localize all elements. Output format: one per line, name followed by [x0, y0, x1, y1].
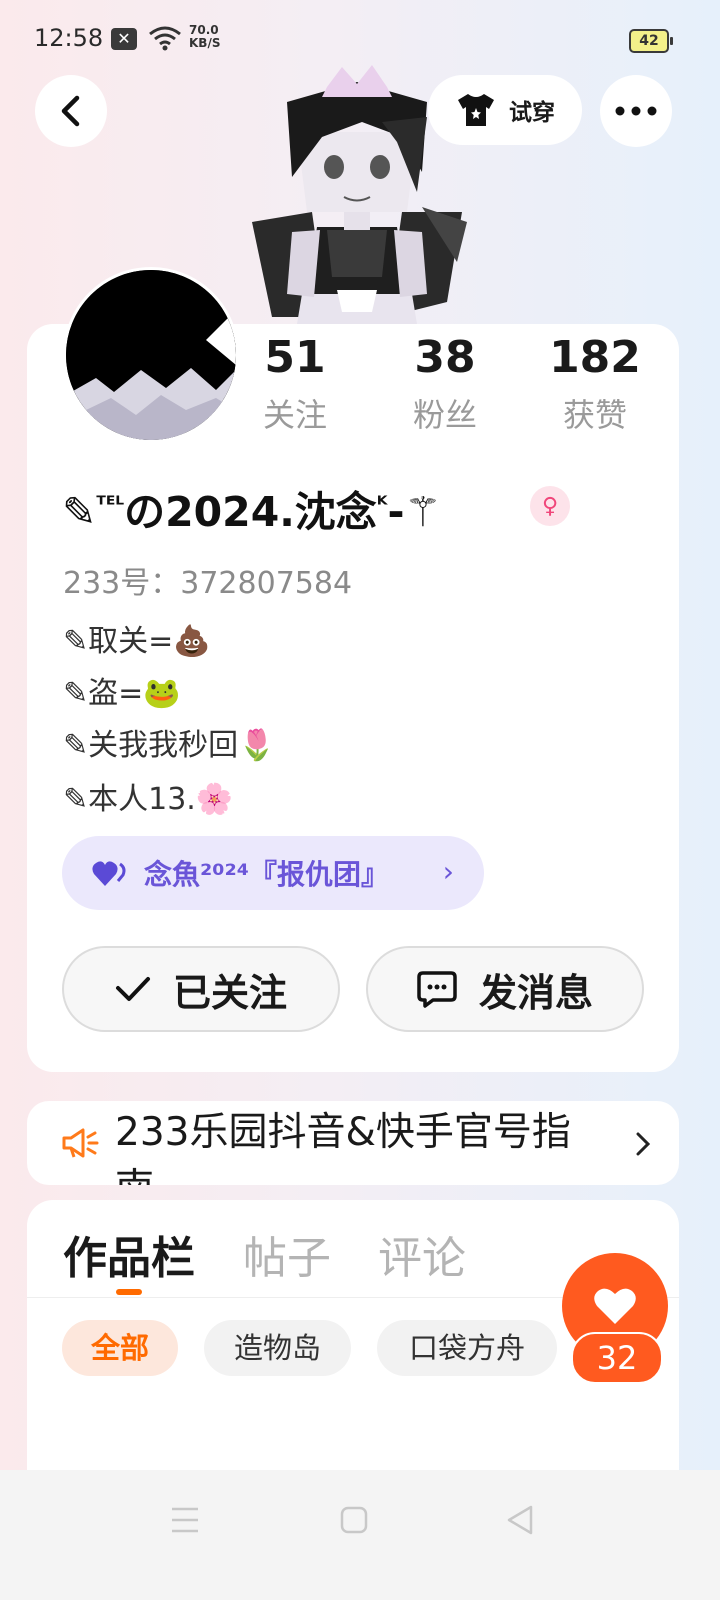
bio-line: ✎盗=🐸 [63, 676, 181, 711]
send-message-label: 发消息 [478, 970, 593, 1015]
battery-indicator: 42 [629, 29, 673, 53]
announcement-bar[interactable]: 233乐园抖音&快手官号指 南 [27, 1101, 679, 1185]
chip-creation-island[interactable]: 造物岛 [204, 1320, 351, 1376]
send-message-button[interactable]: 发消息 [366, 946, 644, 1032]
stat-label: 关注 [262, 396, 327, 434]
user-id[interactable]: 233号：372807584 [63, 558, 352, 602]
tab-posts[interactable]: 帖子 [243, 1222, 331, 1286]
like-count-badge: 32 [571, 1332, 663, 1384]
wifi-icon [149, 26, 181, 51]
followed-label: 已关注 [172, 970, 287, 1015]
back-button[interactable] [35, 75, 107, 147]
back-nav-icon[interactable] [505, 1504, 535, 1536]
heart-icon [594, 1288, 636, 1324]
notification-x-icon: ✕ [111, 28, 137, 50]
stat-likes[interactable]: 182 获赞 [535, 332, 655, 436]
tab-comments[interactable]: 评论 [378, 1222, 466, 1286]
avatar-image [66, 270, 236, 440]
avatar[interactable] [63, 267, 239, 443]
try-on-label: 试穿 [509, 100, 555, 126]
stat-value: 51 [264, 332, 326, 383]
menu-icon[interactable] [170, 1506, 200, 1534]
nickname: ✎ᵀᴱᴸの2024.沈念ᴷ-⚚ [62, 488, 442, 536]
more-dots-icon [615, 106, 657, 116]
chevron-left-icon [61, 95, 80, 127]
female-gender-icon: ♀ [530, 486, 570, 526]
announcement-text: 233乐园抖音&快手官号指 南 [115, 1110, 571, 1185]
chat-bubble-icon [417, 971, 457, 1008]
group-name: 念魚²⁰²⁴『报仇团』 [144, 858, 390, 891]
tshirt-icon [458, 94, 494, 126]
home-icon[interactable] [340, 1506, 368, 1534]
followed-button[interactable]: 已关注 [62, 946, 340, 1032]
stat-value: 182 [549, 332, 641, 383]
chip-all[interactable]: 全部 [62, 1320, 178, 1376]
megaphone-icon [62, 1128, 99, 1158]
chevron-right-icon: › [442, 855, 454, 888]
more-options-button[interactable] [600, 75, 672, 147]
chevron-right-icon [636, 1132, 651, 1156]
heart-group-icon [92, 861, 126, 886]
stat-value: 38 [414, 332, 476, 383]
stat-following[interactable]: 51 关注 [235, 332, 355, 436]
bio-line: ✎关我我秒回🌷 [63, 728, 276, 763]
check-icon [115, 977, 150, 1001]
stat-label: 获赞 [562, 396, 627, 434]
bio-line: ✎本人13.🌸 [63, 782, 234, 817]
tab-works[interactable]: 作品栏 [63, 1222, 195, 1286]
try-on-button[interactable]: 试穿 [428, 75, 582, 145]
status-time: 12:58 [34, 24, 104, 52]
system-navigation-bar [0, 1470, 720, 1600]
group-pill[interactable]: 念魚²⁰²⁴『报仇团』 › [62, 836, 484, 910]
stat-fans[interactable]: 38 粉丝 [385, 332, 505, 436]
bio-line: ✎取关=💩 [63, 624, 211, 659]
stat-label: 粉丝 [412, 396, 477, 434]
tab-indicator [116, 1289, 142, 1295]
network-speed: 70.0 KB/S [189, 23, 221, 50]
chip-pocket-ark[interactable]: 口袋方舟 [377, 1320, 557, 1376]
